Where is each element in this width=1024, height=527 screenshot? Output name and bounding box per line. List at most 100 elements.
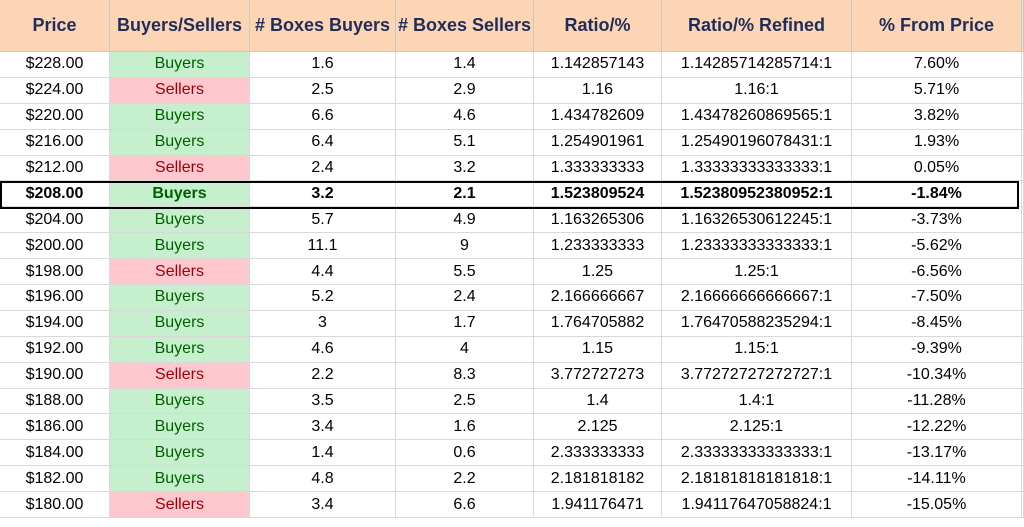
price-cell[interactable]: $212.00 [0, 155, 110, 182]
ratio-cell[interactable]: 1.764705882 [534, 310, 662, 337]
boxes-sellers-cell[interactable]: 5.1 [396, 129, 534, 156]
boxes-sellers-cell[interactable]: 1.4 [396, 52, 534, 78]
boxes-sellers-cell[interactable]: 2.4 [396, 285, 534, 311]
pct-from-price-cell[interactable]: 3.82% [852, 103, 1022, 130]
boxes-sellers-cell[interactable]: 8.3 [396, 362, 534, 389]
ratio-refined-cell[interactable]: 1.14285714285714:1 [662, 52, 852, 78]
boxes-buyers-cell[interactable]: 11.1 [250, 233, 396, 260]
boxes-buyers-cell[interactable]: 3.4 [250, 414, 396, 441]
ratio-refined-cell[interactable]: 2.16666666666667:1 [662, 285, 852, 311]
header-buyers-sellers[interactable]: Buyers/Sellers [110, 0, 250, 52]
boxes-sellers-cell[interactable]: 6.6 [396, 492, 534, 519]
ratio-cell[interactable]: 2.125 [534, 414, 662, 441]
boxes-buyers-cell[interactable]: 4.6 [250, 336, 396, 363]
side-cell[interactable]: Sellers [110, 492, 250, 519]
boxes-buyers-cell[interactable]: 3.4 [250, 492, 396, 519]
boxes-sellers-cell[interactable]: 4 [396, 336, 534, 363]
price-cell[interactable]: $204.00 [0, 207, 110, 234]
boxes-buyers-cell[interactable]: 1.6 [250, 52, 396, 78]
price-cell[interactable]: $188.00 [0, 388, 110, 415]
pct-from-price-cell[interactable]: -15.05% [852, 492, 1022, 519]
ratio-refined-cell[interactable]: 2.125:1 [662, 414, 852, 441]
ratio-refined-cell[interactable]: 1.52380952380952:1 [662, 181, 852, 208]
ratio-cell[interactable]: 2.333333333 [534, 440, 662, 467]
boxes-buyers-cell[interactable]: 2.2 [250, 362, 396, 389]
boxes-sellers-cell[interactable]: 1.7 [396, 310, 534, 337]
pct-from-price-cell[interactable]: -11.28% [852, 388, 1022, 415]
ratio-refined-cell[interactable]: 1.16326530612245:1 [662, 207, 852, 234]
side-cell[interactable]: Sellers [110, 77, 250, 104]
ratio-refined-cell[interactable]: 1.76470588235294:1 [662, 310, 852, 337]
ratio-cell[interactable]: 2.181818182 [534, 466, 662, 493]
ratio-refined-cell[interactable]: 1.94117647058824:1 [662, 492, 852, 519]
ratio-refined-cell[interactable]: 1.15:1 [662, 336, 852, 363]
ratio-refined-cell[interactable]: 1.23333333333333:1 [662, 233, 852, 260]
side-cell[interactable]: Buyers [110, 103, 250, 130]
side-cell[interactable]: Sellers [110, 155, 250, 182]
ratio-cell[interactable]: 1.233333333 [534, 233, 662, 260]
boxes-sellers-cell[interactable]: 1.6 [396, 414, 534, 441]
ratio-cell[interactable]: 2.166666667 [534, 285, 662, 311]
price-cell[interactable]: $182.00 [0, 466, 110, 493]
side-cell[interactable]: Sellers [110, 259, 250, 286]
pct-from-price-cell[interactable]: -14.11% [852, 466, 1022, 493]
boxes-buyers-cell[interactable]: 5.2 [250, 285, 396, 311]
price-cell[interactable]: $180.00 [0, 492, 110, 519]
boxes-buyers-cell[interactable]: 2.5 [250, 77, 396, 104]
price-cell[interactable]: $228.00 [0, 52, 110, 78]
side-cell[interactable]: Buyers [110, 466, 250, 493]
boxes-sellers-cell[interactable]: 2.2 [396, 466, 534, 493]
ratio-cell[interactable]: 1.25 [534, 259, 662, 286]
ratio-cell[interactable]: 1.941176471 [534, 492, 662, 519]
ratio-refined-cell[interactable]: 2.33333333333333:1 [662, 440, 852, 467]
pct-from-price-cell[interactable]: -1.84% [852, 181, 1022, 208]
ratio-refined-cell[interactable]: 1.4:1 [662, 388, 852, 415]
ratio-cell[interactable]: 1.15 [534, 336, 662, 363]
ratio-cell[interactable]: 1.142857143 [534, 52, 662, 78]
header-pct-from-price[interactable]: % From Price [852, 0, 1022, 52]
side-cell[interactable]: Buyers [110, 207, 250, 234]
side-cell[interactable]: Buyers [110, 336, 250, 363]
pct-from-price-cell[interactable]: -3.73% [852, 207, 1022, 234]
boxes-sellers-cell[interactable]: 3.2 [396, 155, 534, 182]
boxes-buyers-cell[interactable]: 6.6 [250, 103, 396, 130]
side-cell[interactable]: Buyers [110, 388, 250, 415]
price-cell[interactable]: $220.00 [0, 103, 110, 130]
pct-from-price-cell[interactable]: -9.39% [852, 336, 1022, 363]
price-cell[interactable]: $194.00 [0, 310, 110, 337]
ratio-refined-cell[interactable]: 1.25:1 [662, 259, 852, 286]
price-cell[interactable]: $190.00 [0, 362, 110, 389]
ratio-cell[interactable]: 1.434782609 [534, 103, 662, 130]
boxes-buyers-cell[interactable]: 3 [250, 310, 396, 337]
ratio-cell[interactable]: 1.254901961 [534, 129, 662, 156]
boxes-buyers-cell[interactable]: 4.8 [250, 466, 396, 493]
ratio-refined-cell[interactable]: 1.16:1 [662, 77, 852, 104]
side-cell[interactable]: Buyers [110, 414, 250, 441]
header-ratio[interactable]: Ratio/% [534, 0, 662, 52]
boxes-sellers-cell[interactable]: 2.5 [396, 388, 534, 415]
pct-from-price-cell[interactable]: 7.60% [852, 52, 1022, 78]
boxes-buyers-cell[interactable]: 5.7 [250, 207, 396, 234]
price-cell[interactable]: $186.00 [0, 414, 110, 441]
boxes-sellers-cell[interactable]: 4.9 [396, 207, 534, 234]
ratio-refined-cell[interactable]: 3.77272727272727:1 [662, 362, 852, 389]
side-cell[interactable]: Buyers [110, 181, 250, 208]
price-cell[interactable]: $192.00 [0, 336, 110, 363]
pct-from-price-cell[interactable]: -5.62% [852, 233, 1022, 260]
header-boxes-sellers[interactable]: # Boxes Sellers [396, 0, 534, 52]
side-cell[interactable]: Buyers [110, 310, 250, 337]
price-cell[interactable]: $200.00 [0, 233, 110, 260]
boxes-sellers-cell[interactable]: 0.6 [396, 440, 534, 467]
ratio-refined-cell[interactable]: 2.18181818181818:1 [662, 466, 852, 493]
pct-from-price-cell[interactable]: 1.93% [852, 129, 1022, 156]
side-cell[interactable]: Buyers [110, 52, 250, 78]
ratio-cell[interactable]: 1.163265306 [534, 207, 662, 234]
pct-from-price-cell[interactable]: -10.34% [852, 362, 1022, 389]
ratio-cell[interactable]: 1.4 [534, 388, 662, 415]
ratio-refined-cell[interactable]: 1.43478260869565:1 [662, 103, 852, 130]
price-cell[interactable]: $216.00 [0, 129, 110, 156]
side-cell[interactable]: Buyers [110, 233, 250, 260]
boxes-buyers-cell[interactable]: 6.4 [250, 129, 396, 156]
price-cell[interactable]: $198.00 [0, 259, 110, 286]
pct-from-price-cell[interactable]: 0.05% [852, 155, 1022, 182]
